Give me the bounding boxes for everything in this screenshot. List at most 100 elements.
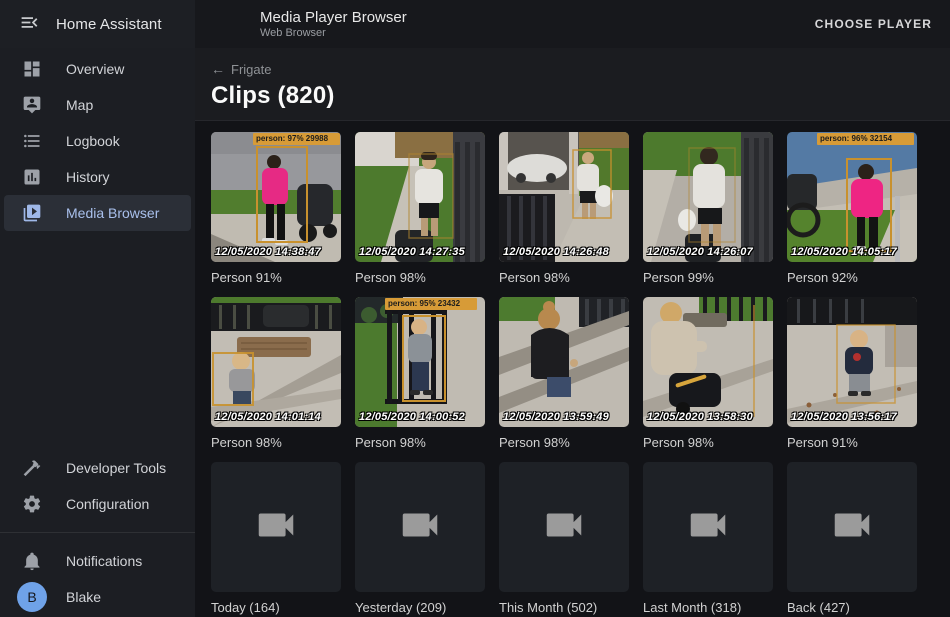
detection-label-chip: person: 96% 32154 bbox=[817, 133, 914, 145]
sidebar-item-map[interactable]: Map bbox=[4, 87, 191, 123]
sidebar-item-media-browser[interactable]: Media Browser bbox=[4, 195, 191, 231]
clip-thumbnail: 12/05/2020 13:56:17 bbox=[787, 297, 917, 427]
clip-caption: Person 98% bbox=[211, 435, 341, 450]
sidebar-item-developer-tools[interactable]: Developer Tools bbox=[4, 450, 191, 486]
breadcrumb-label: Frigate bbox=[231, 62, 271, 77]
sidebar-footer: Developer Tools Configuration Notificati… bbox=[0, 450, 195, 617]
clip-thumbnail: 12/05/2020 13:58:30 bbox=[643, 297, 773, 427]
folder-tile-back[interactable]: Back (427) bbox=[787, 462, 917, 615]
sidebar: Overview Map Logbook History Media Brows… bbox=[0, 48, 195, 617]
folder-thumbnail bbox=[355, 462, 485, 592]
folder-thumbnail bbox=[211, 462, 341, 592]
clip-preview-image bbox=[211, 132, 341, 262]
folder-tile-today[interactable]: Today (164) bbox=[211, 462, 341, 615]
page-title-block: Media Player Browser Web Browser bbox=[260, 9, 407, 40]
clip-caption: Person 92% bbox=[787, 270, 917, 285]
clip-preview-image bbox=[499, 297, 629, 427]
clip-timestamp: 12/05/2020 14:38:47 bbox=[215, 246, 321, 258]
folder-label: Back (427) bbox=[787, 600, 917, 615]
sidebar-divider bbox=[0, 532, 195, 533]
clip-tile[interactable]: 12/05/2020 13:56:17 Person 91% bbox=[787, 297, 917, 450]
sidebar-header: Home Assistant bbox=[0, 0, 195, 48]
sidebar-toggle-button[interactable] bbox=[14, 9, 44, 39]
clip-tile[interactable]: 12/05/2020 13:59:49 Person 98% bbox=[499, 297, 629, 450]
clip-thumbnail: 12/05/2020 14:01:14 bbox=[211, 297, 341, 427]
folder-thumbnail bbox=[643, 462, 773, 592]
clip-tile[interactable]: person: 96% 32154 12/05/2020 14:05:17 Pe… bbox=[787, 132, 917, 285]
folder-thumbnail bbox=[499, 462, 629, 592]
app-header: Media Player Browser Web Browser CHOOSE … bbox=[195, 0, 950, 48]
folder-label: Last Month (318) bbox=[643, 600, 773, 615]
clip-preview-image bbox=[787, 297, 917, 427]
clip-tile[interactable]: 12/05/2020 14:01:14 Person 98% bbox=[211, 297, 341, 450]
chart-box-icon bbox=[20, 165, 44, 189]
clip-timestamp: 12/05/2020 14:00:52 bbox=[359, 411, 465, 423]
clip-preview-image bbox=[211, 297, 341, 427]
bell-icon bbox=[20, 549, 44, 573]
sidebar-item-overview[interactable]: Overview bbox=[4, 51, 191, 87]
clip-timestamp: 12/05/2020 13:56:17 bbox=[791, 411, 897, 423]
clip-tile[interactable]: 12/05/2020 13:58:30 Person 98% bbox=[643, 297, 773, 450]
clip-preview-image bbox=[355, 132, 485, 262]
clip-timestamp: 12/05/2020 14:01:14 bbox=[215, 411, 321, 423]
folder-tile-yesterday[interactable]: Yesterday (209) bbox=[355, 462, 485, 615]
clip-timestamp: 12/05/2020 14:26:07 bbox=[647, 246, 753, 258]
detection-label-chip: person: 97% 29988 bbox=[253, 133, 340, 145]
folder-tile-last-month[interactable]: Last Month (318) bbox=[643, 462, 773, 615]
gear-icon bbox=[20, 492, 44, 516]
video-camera-icon bbox=[397, 502, 443, 553]
video-camera-icon bbox=[253, 502, 299, 553]
video-camera-icon bbox=[685, 502, 731, 553]
video-camera-icon bbox=[829, 502, 875, 553]
clip-timestamp: 12/05/2020 14:26:48 bbox=[503, 246, 609, 258]
media-grid: person: 97% 29988 12/05/2020 14:38:47 Pe… bbox=[195, 121, 950, 617]
page-subtitle: Web Browser bbox=[260, 27, 407, 40]
user-name: Blake bbox=[66, 589, 101, 605]
choose-player-button[interactable]: CHOOSE PLAYER bbox=[811, 9, 936, 39]
breadcrumb-back[interactable]: ← Frigate bbox=[211, 61, 271, 77]
list-bulleted-icon bbox=[20, 129, 44, 153]
clip-timestamp: 12/05/2020 13:59:49 bbox=[503, 411, 609, 423]
avatar: B bbox=[17, 582, 47, 612]
clip-tile[interactable]: person: 95% 23432 12/05/2020 14:00:52 Pe… bbox=[355, 297, 485, 450]
folder-label: Today (164) bbox=[211, 600, 341, 615]
folder-label: This Month (502) bbox=[499, 600, 629, 615]
clip-timestamp: 12/05/2020 14:05:17 bbox=[791, 246, 897, 258]
clip-tile[interactable]: 12/05/2020 14:27:35 Person 98% bbox=[355, 132, 485, 285]
clip-tile[interactable]: 12/05/2020 14:26:48 Person 98% bbox=[499, 132, 629, 285]
tooltip-account-icon bbox=[20, 93, 44, 117]
back-arrow-icon: ← bbox=[211, 61, 225, 77]
clip-preview-image bbox=[499, 132, 629, 262]
menu-open-icon bbox=[19, 12, 40, 36]
clip-caption: Person 91% bbox=[211, 270, 341, 285]
clip-preview-image bbox=[355, 297, 485, 427]
sidebar-item-history[interactable]: History bbox=[4, 159, 191, 195]
play-box-multiple-icon bbox=[20, 201, 44, 225]
video-camera-icon bbox=[541, 502, 587, 553]
clip-tile[interactable]: person: 97% 29988 12/05/2020 14:38:47 Pe… bbox=[211, 132, 341, 285]
top-bar: Home Assistant Media Player Browser Web … bbox=[0, 0, 950, 48]
sidebar-item-configuration[interactable]: Configuration bbox=[4, 486, 191, 522]
clip-thumbnail: 12/05/2020 14:26:48 bbox=[499, 132, 629, 262]
clip-caption: Person 98% bbox=[355, 435, 485, 450]
folder-tile-this-month[interactable]: This Month (502) bbox=[499, 462, 629, 615]
sidebar-item-user-profile[interactable]: B Blake bbox=[4, 579, 191, 615]
clip-caption: Person 91% bbox=[787, 435, 917, 450]
page-title: Media Player Browser bbox=[260, 9, 407, 26]
view-dashboard-icon bbox=[20, 57, 44, 81]
clip-thumbnail: 12/05/2020 13:59:49 bbox=[499, 297, 629, 427]
sidebar-item-notifications[interactable]: Notifications bbox=[4, 543, 191, 579]
clip-preview-image bbox=[643, 297, 773, 427]
folder-label: Yesterday (209) bbox=[355, 600, 485, 615]
page-heading: Clips (820) bbox=[211, 82, 934, 110]
clip-caption: Person 98% bbox=[499, 270, 629, 285]
clip-caption: Person 98% bbox=[499, 435, 629, 450]
detection-label-chip: person: 95% 23432 bbox=[385, 298, 477, 310]
clip-caption: Person 98% bbox=[643, 435, 773, 450]
folder-thumbnail bbox=[787, 462, 917, 592]
sidebar-item-logbook[interactable]: Logbook bbox=[4, 123, 191, 159]
home-assistant-app: Home Assistant Media Player Browser Web … bbox=[0, 0, 950, 617]
clip-caption: Person 98% bbox=[355, 270, 485, 285]
clip-thumbnail: person: 95% 23432 12/05/2020 14:00:52 bbox=[355, 297, 485, 427]
clip-tile[interactable]: 12/05/2020 14:26:07 Person 99% bbox=[643, 132, 773, 285]
